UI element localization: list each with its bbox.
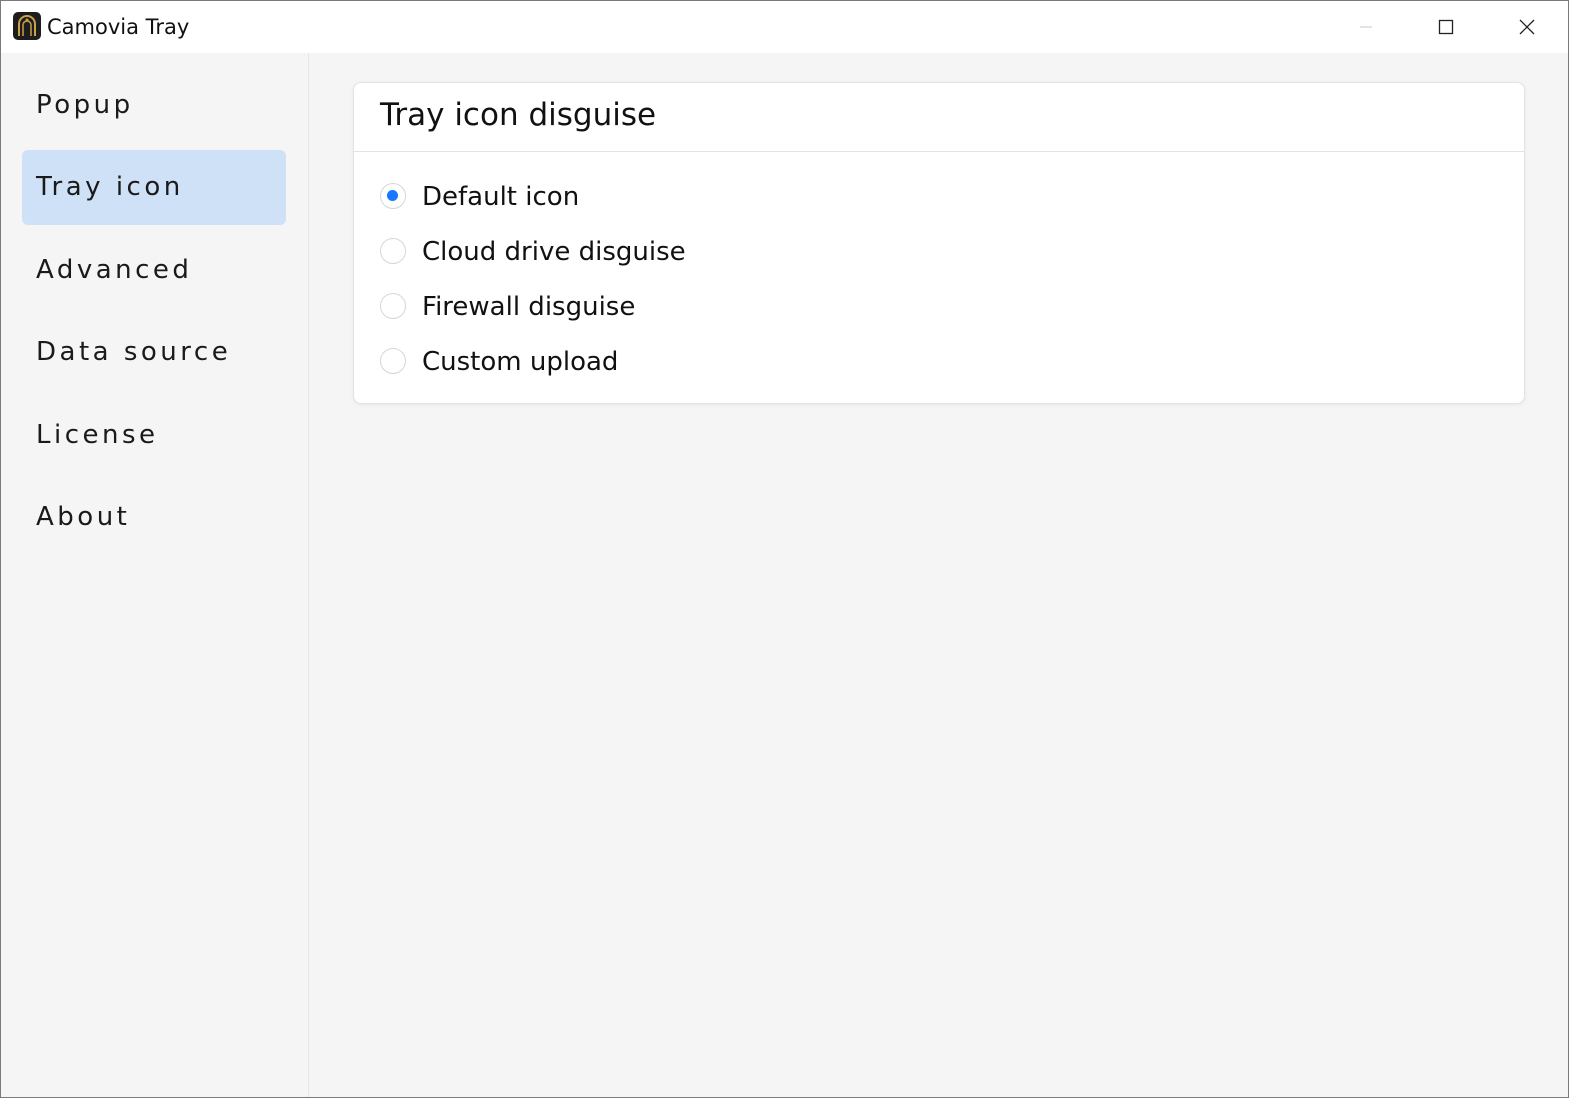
close-icon — [1519, 19, 1535, 35]
app-window: Camovia Tray Popup Tray icon Advanced Da… — [0, 0, 1569, 1098]
radio-label: Default icon — [422, 182, 580, 212]
close-button[interactable] — [1487, 1, 1567, 53]
window-title: Camovia Tray — [47, 15, 190, 39]
maximize-icon — [1438, 19, 1454, 35]
sidebar-item-label: Data source — [36, 337, 232, 367]
radio-label: Firewall disguise — [422, 292, 636, 322]
main-content: Tray icon disguise Default icon Cloud dr… — [309, 53, 1568, 1097]
radio-option-default-icon[interactable]: Default icon — [380, 177, 980, 217]
radio-label: Custom upload — [422, 347, 619, 377]
app-logo-icon — [13, 12, 41, 40]
sidebar-item-popup[interactable]: Popup — [22, 68, 286, 143]
radio-button-checked[interactable] — [380, 183, 406, 209]
sidebar-item-tray-icon[interactable]: Tray icon — [22, 150, 286, 225]
sidebar-item-data-source[interactable]: Data source — [22, 315, 286, 390]
maximize-button[interactable] — [1406, 1, 1486, 53]
card-header: Tray icon disguise — [354, 83, 1524, 152]
sidebar-item-advanced[interactable]: Advanced — [22, 233, 286, 308]
radio-button[interactable] — [380, 238, 406, 264]
sidebar-item-label: Popup — [36, 90, 134, 120]
card-title: Tray icon disguise — [380, 97, 657, 133]
radio-button[interactable] — [380, 293, 406, 319]
radio-label: Cloud drive disguise — [422, 237, 686, 267]
sidebar-item-label: Advanced — [36, 255, 193, 285]
minimize-button[interactable] — [1326, 1, 1406, 53]
sidebar-item-license[interactable]: License — [22, 398, 286, 473]
sidebar-item-label: Tray icon — [36, 172, 184, 202]
title-bar: Camovia Tray — [1, 1, 1568, 53]
sidebar-item-label: About — [36, 502, 131, 532]
radio-option-custom-upload[interactable]: Custom upload — [380, 342, 980, 382]
sidebar-nav: Popup Tray icon Advanced Data source Lic… — [1, 53, 309, 1097]
minimize-icon — [1360, 26, 1372, 28]
sidebar-item-label: License — [36, 420, 159, 450]
sidebar-item-about[interactable]: About — [22, 480, 286, 555]
tray-icon-disguise-card: Tray icon disguise Default icon Cloud dr… — [353, 82, 1525, 404]
radio-option-firewall[interactable]: Firewall disguise — [380, 287, 980, 327]
radio-button[interactable] — [380, 348, 406, 374]
radio-option-cloud-drive[interactable]: Cloud drive disguise — [380, 232, 980, 272]
